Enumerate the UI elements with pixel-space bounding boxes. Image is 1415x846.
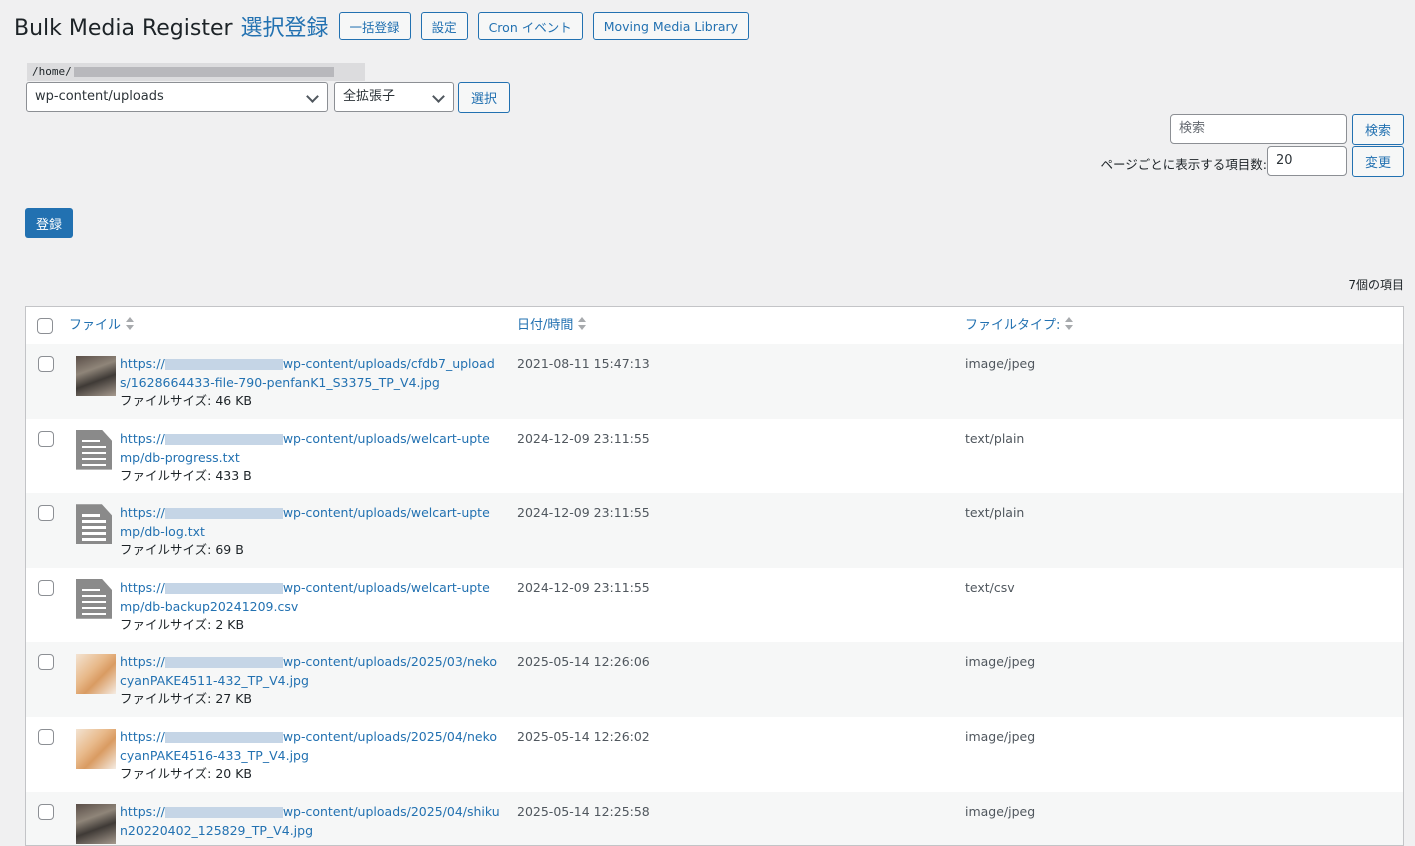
apply-per-page-button[interactable]: 変更 <box>1352 146 1404 177</box>
base-path: /home/ <box>27 63 365 81</box>
file-date: 2025-05-14 12:25:58 <box>517 803 650 819</box>
redacted-domain <box>164 806 283 818</box>
file-link[interactable]: https://wp-content/uploads/cfdb7_uploads… <box>120 354 500 392</box>
row-checkbox[interactable] <box>38 729 54 745</box>
row-checkbox[interactable] <box>38 654 54 671</box>
file-date: 2024-12-09 23:11:55 <box>517 505 650 521</box>
file-type: image/jpeg <box>965 803 1036 819</box>
file-size: ファイルサイズ: 69 B <box>120 542 244 558</box>
register-button[interactable]: 登録 <box>25 208 73 238</box>
file-link[interactable]: https://wp-content/uploads/2025/03/nekoc… <box>120 652 500 690</box>
file-size: ファイルサイズ: 46 KB <box>120 393 252 408</box>
file-date: 2021-08-11 15:47:13 <box>517 356 650 371</box>
image-thumbnail[interactable] <box>76 356 116 396</box>
file-type: image/jpeg <box>965 356 1036 371</box>
file-size: ファイルサイズ: 2 KB <box>120 616 245 632</box>
table-row: https://wp-content/uploads/2025/04/shiku… <box>26 791 1403 845</box>
row-checkbox[interactable] <box>38 579 54 596</box>
table-row: https://wp-content/uploads/2025/03/nekoc… <box>26 642 1403 718</box>
page-subtitle: 選択登録 <box>240 16 329 41</box>
files-table: ファイル 日付/時間 ファイルタイプ: https://wp-content/u… <box>25 306 1404 846</box>
table-row: https://wp-content/uploads/welcart-uptem… <box>26 568 1403 643</box>
file-date: 2025-05-14 12:26:02 <box>517 729 650 744</box>
search-input[interactable]: 検索 <box>1170 114 1347 144</box>
document-icon <box>76 504 112 545</box>
page-title: Bulk Media Register 選択登録 <box>14 16 329 41</box>
file-link[interactable]: https://wp-content/uploads/welcart-uptem… <box>120 503 500 541</box>
image-thumbnail[interactable] <box>76 654 116 695</box>
row-checkbox[interactable] <box>38 505 54 522</box>
select-all-checkbox[interactable] <box>37 318 53 334</box>
file-link[interactable]: https://wp-content/uploads/2025/04/shiku… <box>120 802 500 840</box>
redacted-domain <box>164 359 283 370</box>
search-button[interactable]: 検索 <box>1352 114 1404 145</box>
file-date: 2025-05-14 12:26:06 <box>517 654 650 670</box>
directory-select[interactable]: wp-content/uploads <box>26 82 328 112</box>
file-type: image/jpeg <box>965 654 1036 670</box>
moving-media-library-button[interactable]: Moving Media Library <box>592 12 750 40</box>
page-header: Bulk Media Register 選択登録 一括登録 設定 Cron イベン… <box>14 10 759 42</box>
row-checkbox[interactable] <box>38 356 54 372</box>
file-link[interactable]: https://wp-content/uploads/2025/04/nekoc… <box>120 727 500 765</box>
table-row: https://wp-content/uploads/welcart-uptem… <box>26 493 1403 569</box>
per-page-label: ページごとに表示する項目数: <box>1100 157 1267 172</box>
column-datetime[interactable]: 日付/時間 <box>517 307 587 344</box>
redacted-path <box>73 67 334 77</box>
redacted-domain <box>164 732 283 743</box>
row-checkbox[interactable] <box>38 803 54 820</box>
file-link[interactable]: https://wp-content/uploads/welcart-uptem… <box>120 578 500 616</box>
document-icon <box>76 578 112 619</box>
column-filetype[interactable]: ファイルタイプ: <box>965 307 1074 344</box>
sort-icon <box>126 316 135 331</box>
file-type: text/csv <box>965 579 1015 595</box>
table-header: ファイル 日付/時間 ファイルタイプ: <box>26 307 1403 345</box>
table-row: https://wp-content/uploads/2025/04/nekoc… <box>26 717 1403 792</box>
file-date: 2024-12-09 23:11:55 <box>517 430 650 446</box>
item-count: 7個の項目 <box>1348 278 1404 292</box>
row-checkbox[interactable] <box>38 430 54 447</box>
chevron-down-icon <box>432 90 445 103</box>
file-type: image/jpeg <box>965 729 1036 744</box>
table-row: https://wp-content/uploads/welcart-uptem… <box>26 419 1403 494</box>
file-size: ファイルサイズ: 433 B <box>120 467 252 483</box>
file-size: ファイルサイズ: 20 KB <box>120 766 252 781</box>
table-row: https://wp-content/uploads/cfdb7_uploads… <box>26 344 1403 419</box>
file-size: ファイルサイズ: 27 KB <box>120 691 252 707</box>
select-button[interactable]: 選択 <box>458 82 510 113</box>
sort-icon <box>578 316 587 331</box>
image-thumbnail[interactable] <box>76 803 116 844</box>
redacted-domain <box>164 433 283 445</box>
file-type: text/plain <box>965 505 1025 521</box>
chevron-down-icon <box>306 90 319 103</box>
redacted-domain <box>164 582 283 594</box>
per-page-input[interactable]: 20 <box>1267 146 1347 176</box>
file-type: text/plain <box>965 430 1025 446</box>
image-thumbnail[interactable] <box>76 729 116 769</box>
redacted-domain <box>164 657 283 669</box>
cron-events-button[interactable]: Cron イベント <box>477 12 583 40</box>
file-link[interactable]: https://wp-content/uploads/welcart-uptem… <box>120 429 500 467</box>
redacted-domain <box>164 508 283 520</box>
bulk-register-button[interactable]: 一括登録 <box>338 12 411 40</box>
extension-select[interactable]: 全拡張子 <box>334 82 454 112</box>
column-file[interactable]: ファイル <box>69 307 135 344</box>
sort-icon <box>1065 316 1074 331</box>
settings-button[interactable]: 設定 <box>420 12 468 40</box>
file-date: 2024-12-09 23:11:55 <box>517 579 650 595</box>
document-icon <box>76 429 112 470</box>
